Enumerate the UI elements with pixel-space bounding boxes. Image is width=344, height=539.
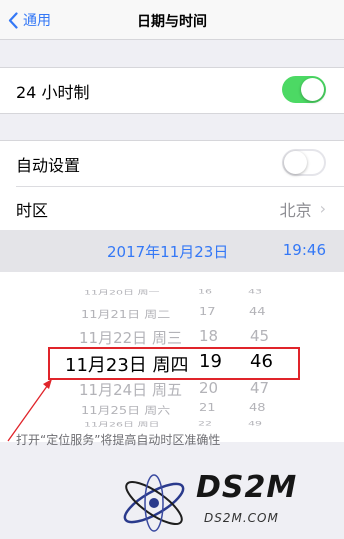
- time-settings-group: 自动设置 时区 北京 ›: [0, 140, 344, 232]
- timezone-value: 北京: [279, 200, 312, 220]
- picker-hour: 21: [199, 402, 216, 414]
- picker-minute: 48: [249, 402, 266, 414]
- watermark-subtitle: DS2M.COM: [204, 511, 279, 525]
- picker-date: 11月25日 周六: [81, 405, 171, 418]
- timezone-label: 时区: [16, 200, 49, 220]
- picker-minute: 43: [248, 288, 262, 296]
- selected-datetime-bar[interactable]: 2017年11月23日 19:46: [0, 230, 344, 272]
- hour24-cell: 24 小时制: [0, 68, 344, 113]
- timezone-cell[interactable]: 时区 北京 ›: [0, 186, 344, 231]
- picker-minute: 45: [250, 327, 270, 345]
- picker-hour: 17: [199, 306, 216, 318]
- location-services-note: 打开“定位服务”将提高自动时区准确性: [16, 433, 221, 447]
- selected-date: 2017年11月23日: [107, 243, 229, 261]
- picker-hour: 18: [199, 327, 219, 345]
- page-title: 日期与时间: [137, 14, 207, 30]
- timezone-value-wrap: 北京 ›: [280, 186, 326, 231]
- toggle-knob: [284, 151, 307, 174]
- watermark-title: DS2M: [196, 470, 298, 505]
- picker-date: 11月26日 周日: [84, 421, 160, 429]
- hour24-label: 24 小时制: [16, 82, 90, 102]
- picker-date: 11月22日 周三: [79, 329, 182, 347]
- atom-logo-icon: [123, 474, 185, 532]
- picker-date: 11月21日 周二: [81, 309, 171, 322]
- annotation-highlight-box: [48, 347, 300, 380]
- picker-minute: 49: [248, 420, 262, 428]
- toggle-knob: [301, 78, 324, 101]
- auto-set-cell: 自动设置: [0, 141, 344, 186]
- auto-set-toggle[interactable]: [282, 149, 326, 176]
- picker-minute: 44: [249, 306, 266, 318]
- picker-date: 11月24日 周五: [79, 381, 182, 399]
- picker-hour: 22: [198, 420, 212, 428]
- chevron-right-icon: ›: [319, 199, 326, 218]
- navigation-bar: 通用 日期与时间: [0, 0, 344, 40]
- hour-format-group: 24 小时制: [0, 67, 344, 114]
- picker-hour: 20: [199, 379, 219, 397]
- selected-time: 19:46: [282, 241, 326, 259]
- picker-date: 11月20日 周一: [84, 289, 160, 297]
- hour24-toggle[interactable]: [282, 76, 326, 103]
- picker-minute: 47: [250, 379, 270, 397]
- auto-set-label: 自动设置: [16, 155, 81, 175]
- picker-hour: 16: [198, 288, 212, 296]
